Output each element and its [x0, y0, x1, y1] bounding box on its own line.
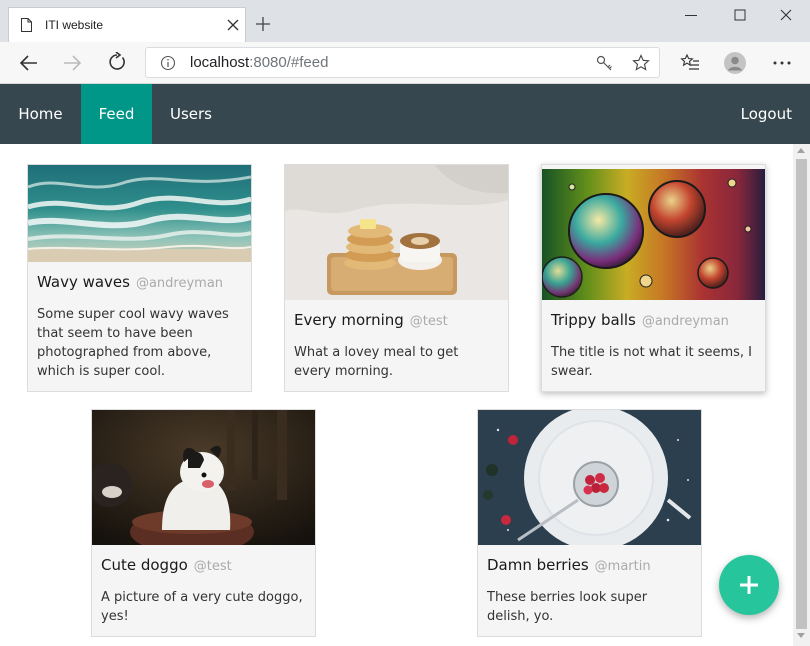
- post-title: Damn berries: [487, 556, 589, 574]
- address-bar[interactable]: localhost:8080/#feed: [145, 47, 660, 78]
- back-icon[interactable]: [19, 53, 39, 73]
- close-tab-icon[interactable]: [227, 19, 239, 31]
- puppy-photo: [92, 410, 315, 545]
- more-options-icon[interactable]: [772, 53, 792, 73]
- info-icon[interactable]: [160, 55, 176, 71]
- card-header: Wavy waves @andreyman: [37, 272, 242, 291]
- nav-users-link[interactable]: Users: [152, 84, 230, 144]
- oil-bubbles-photo: [542, 169, 765, 300]
- url-text: localhost:8080/#feed: [190, 54, 328, 71]
- browser-tab[interactable]: ITI website: [8, 7, 246, 42]
- post-title: Every morning: [294, 311, 404, 329]
- card-header: Cute doggo @test: [101, 555, 306, 574]
- card-header: Every morning @test: [294, 310, 499, 329]
- pancakes-coffee-photo: [285, 165, 508, 300]
- post-description: A picture of a very cute doggo, yes!: [101, 590, 303, 624]
- browser-tab-strip: ITI website: [0, 0, 810, 42]
- tab-title: ITI website: [45, 18, 104, 32]
- aerial-waves-photo: [28, 165, 251, 262]
- card-header: Trippy balls @andreyman: [551, 310, 756, 329]
- post-card[interactable]: Wavy waves @andreyman Some super cool wav…: [27, 164, 252, 392]
- card-body: Cute doggo @test A picture of a very cute…: [92, 545, 315, 636]
- browser-toolbar: localhost:8080/#feed: [0, 42, 810, 84]
- favorites-icon[interactable]: [680, 53, 700, 73]
- post-author[interactable]: @martin: [595, 559, 651, 574]
- maximize-icon[interactable]: [733, 8, 747, 22]
- page-icon: [21, 18, 32, 32]
- url-host: localhost: [190, 54, 250, 71]
- url-path: :8080/#feed: [249, 54, 329, 71]
- post-author[interactable]: @andreyman: [642, 314, 729, 329]
- post-author[interactable]: @test: [194, 559, 232, 574]
- star-icon[interactable]: [632, 54, 650, 72]
- post-author[interactable]: @test: [410, 314, 448, 329]
- post-description: The title is not what it seems, I swear.: [551, 345, 753, 379]
- add-post-button[interactable]: [719, 555, 779, 615]
- plus-icon: [740, 576, 758, 594]
- app-navbar: Home Feed Users Logout: [0, 84, 810, 144]
- new-tab-icon[interactable]: [256, 17, 270, 31]
- post-title: Trippy balls: [551, 311, 636, 329]
- post-description: These berries look super delish, yo.: [487, 590, 648, 624]
- close-window-icon[interactable]: [779, 8, 793, 22]
- scroll-down-arrow-icon[interactable]: [797, 633, 805, 638]
- key-icon[interactable]: [596, 55, 614, 71]
- post-card[interactable]: Every morning @test What a lovey meal to …: [284, 164, 509, 392]
- scroll-up-arrow-icon[interactable]: [797, 148, 805, 153]
- raspberries-plate-photo: [478, 410, 701, 545]
- post-description: Some super cool wavy waves that seem to …: [37, 307, 229, 379]
- post-card[interactable]: Cute doggo @test A picture of a very cute…: [91, 409, 316, 637]
- post-card[interactable]: Damn berries @martin These berries look s…: [477, 409, 702, 637]
- post-description: What a lovey meal to get every morning.: [294, 345, 459, 379]
- nav-feed-link[interactable]: Feed: [81, 84, 152, 144]
- card-body: Trippy balls @andreyman The title is not …: [542, 300, 765, 391]
- post-title: Wavy waves: [37, 273, 130, 291]
- scroll-thumb[interactable]: [796, 159, 807, 629]
- card-body: Every morning @test What a lovey meal to …: [285, 300, 508, 391]
- refresh-icon[interactable]: [107, 52, 127, 72]
- card-body: Wavy waves @andreyman Some super cool wav…: [28, 262, 251, 391]
- feed-area: Wavy waves @andreyman Some super cool wav…: [0, 144, 810, 646]
- forward-icon[interactable]: [62, 53, 82, 73]
- post-title: Cute doggo: [101, 556, 188, 574]
- logout-link[interactable]: Logout: [741, 84, 792, 144]
- profile-avatar-icon[interactable]: [724, 52, 746, 74]
- post-card[interactable]: Trippy balls @andreyman The title is not …: [541, 164, 766, 392]
- card-body: Damn berries @martin These berries look s…: [478, 545, 701, 636]
- minimize-icon[interactable]: [684, 8, 698, 22]
- nav-home-link[interactable]: Home: [0, 84, 81, 144]
- card-header: Damn berries @martin: [487, 555, 692, 574]
- post-author[interactable]: @andreyman: [136, 276, 223, 291]
- vertical-scrollbar[interactable]: [793, 144, 810, 646]
